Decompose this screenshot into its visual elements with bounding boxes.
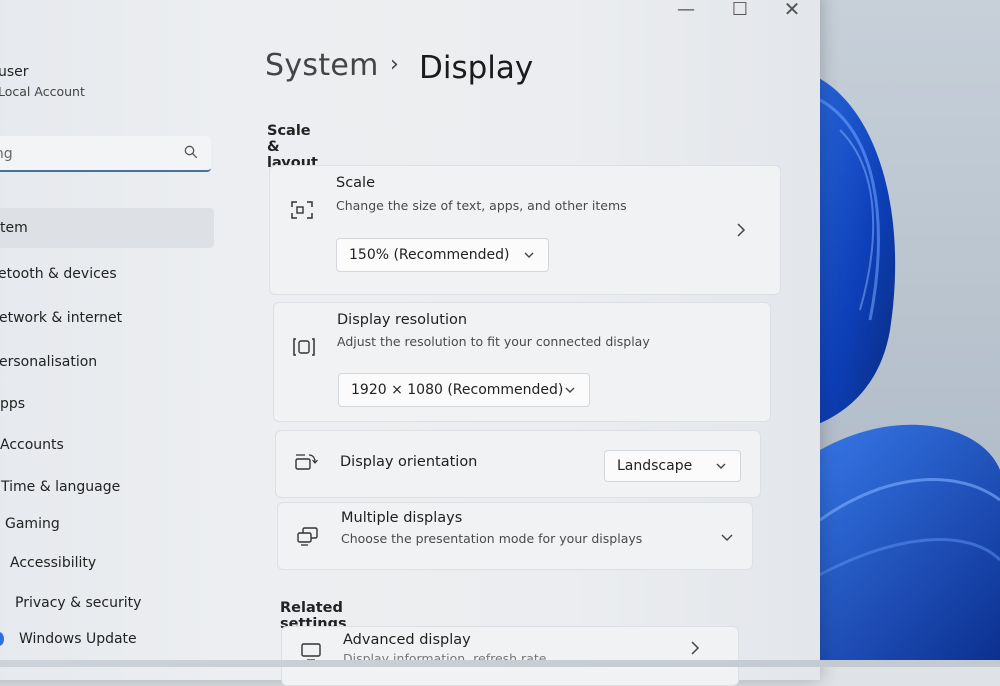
- section-scale-layout: Scale & layout: [267, 123, 318, 171]
- orientation-icon: [295, 454, 318, 470]
- scale-dropdown[interactable]: 150% (Recommended): [336, 238, 549, 272]
- close-button[interactable]: ✕: [772, 0, 812, 22]
- sidebar: user Local Account tem etooth & devices …: [0, 0, 240, 680]
- sidebar-item-label: Accounts: [0, 437, 64, 453]
- chevron-down-icon: [716, 463, 726, 469]
- advanced-display-card[interactable]: Advanced display Display information, re…: [281, 626, 739, 686]
- sidebar-item-label: etwork & internet: [0, 310, 123, 326]
- sidebar-item-label: tem: [0, 220, 28, 236]
- sidebar-item-label: Accessibility: [10, 555, 97, 571]
- search-box[interactable]: [0, 136, 211, 172]
- user-name: user: [0, 64, 29, 80]
- display-orientation-card: Display orientation Landscape: [275, 430, 761, 498]
- scale-subtitle: Change the size of text, apps, and other…: [336, 198, 627, 213]
- chevron-right-icon[interactable]: [690, 641, 700, 655]
- sidebar-item-label: pps: [0, 396, 26, 412]
- sidebar-item-gaming[interactable]: Gaming: [0, 504, 214, 544]
- sidebar-item-accessibility[interactable]: Accessibility: [0, 543, 214, 583]
- scale-icon: [291, 201, 313, 219]
- scale-dropdown-value: 150% (Recommended): [349, 247, 510, 263]
- advanced-display-title: Advanced display: [343, 632, 471, 648]
- minimize-button[interactable]: —: [666, 0, 706, 22]
- search-icon[interactable]: [184, 145, 198, 159]
- sidebar-item-personalisation[interactable]: ersonalisation: [0, 342, 214, 382]
- chevron-down-icon: [565, 387, 575, 393]
- resolution-dropdown-value: 1920 × 1080 (Recommended): [351, 382, 564, 398]
- settings-window: — ☐ ✕ user Local Account tem etooth & de…: [0, 0, 820, 686]
- multiple-displays-subtitle: Choose the presentation mode for your di…: [341, 531, 643, 546]
- sidebar-item-apps[interactable]: pps: [0, 384, 214, 424]
- multiple-displays-card[interactable]: Multiple displays Choose the presentatio…: [277, 502, 753, 570]
- chevron-down-icon[interactable]: [721, 533, 733, 542]
- chevron-down-icon: [524, 252, 534, 258]
- user-account-type: Local Account: [0, 84, 85, 99]
- sidebar-item-network-internet[interactable]: etwork & internet: [0, 298, 214, 338]
- search-input[interactable]: [0, 136, 172, 172]
- multiple-displays-title: Multiple displays: [341, 510, 463, 526]
- maximize-button[interactable]: ☐: [720, 0, 760, 22]
- multiple-displays-icon: [297, 527, 318, 546]
- sidebar-item-time-language[interactable]: Time & language: [0, 467, 214, 507]
- resolution-dropdown[interactable]: 1920 × 1080 (Recommended): [338, 373, 590, 407]
- resolution-subtitle: Adjust the resolution to fit your connec…: [337, 334, 650, 349]
- sidebar-item-label: etooth & devices: [0, 266, 117, 282]
- screen-bottom-edge: [0, 660, 1000, 667]
- orientation-dropdown-value: Landscape: [617, 458, 693, 474]
- sidebar-item-system[interactable]: tem: [0, 208, 214, 248]
- scale-title: Scale: [336, 175, 376, 191]
- orientation-dropdown[interactable]: Landscape: [604, 450, 741, 482]
- breadcrumb-parent[interactable]: System: [265, 48, 379, 83]
- sidebar-item-label: Gaming: [5, 516, 60, 532]
- display-resolution-card: Display resolution Adjust the resolution…: [273, 302, 771, 422]
- sidebar-item-label: Privacy & security: [15, 595, 142, 611]
- orientation-title: Display orientation: [340, 454, 478, 470]
- breadcrumb-separator: ›: [390, 52, 399, 77]
- chevron-right-icon[interactable]: [736, 223, 746, 237]
- page-title: Display: [419, 50, 534, 86]
- sidebar-item-privacy-security[interactable]: Privacy & security: [0, 583, 214, 623]
- resolution-icon: [293, 338, 315, 356]
- sidebar-item-windows-update[interactable]: Windows Update: [0, 619, 214, 659]
- sidebar-item-label: Time & language: [1, 479, 121, 495]
- sidebar-item-accounts[interactable]: Accounts: [0, 425, 214, 465]
- resolution-title: Display resolution: [337, 312, 468, 328]
- sidebar-item-label: ersonalisation: [0, 354, 98, 370]
- sidebar-item-label: Windows Update: [19, 631, 137, 647]
- sidebar-item-bluetooth-devices[interactable]: etooth & devices: [0, 254, 214, 294]
- scale-card[interactable]: Scale Change the size of text, apps, and…: [269, 165, 781, 295]
